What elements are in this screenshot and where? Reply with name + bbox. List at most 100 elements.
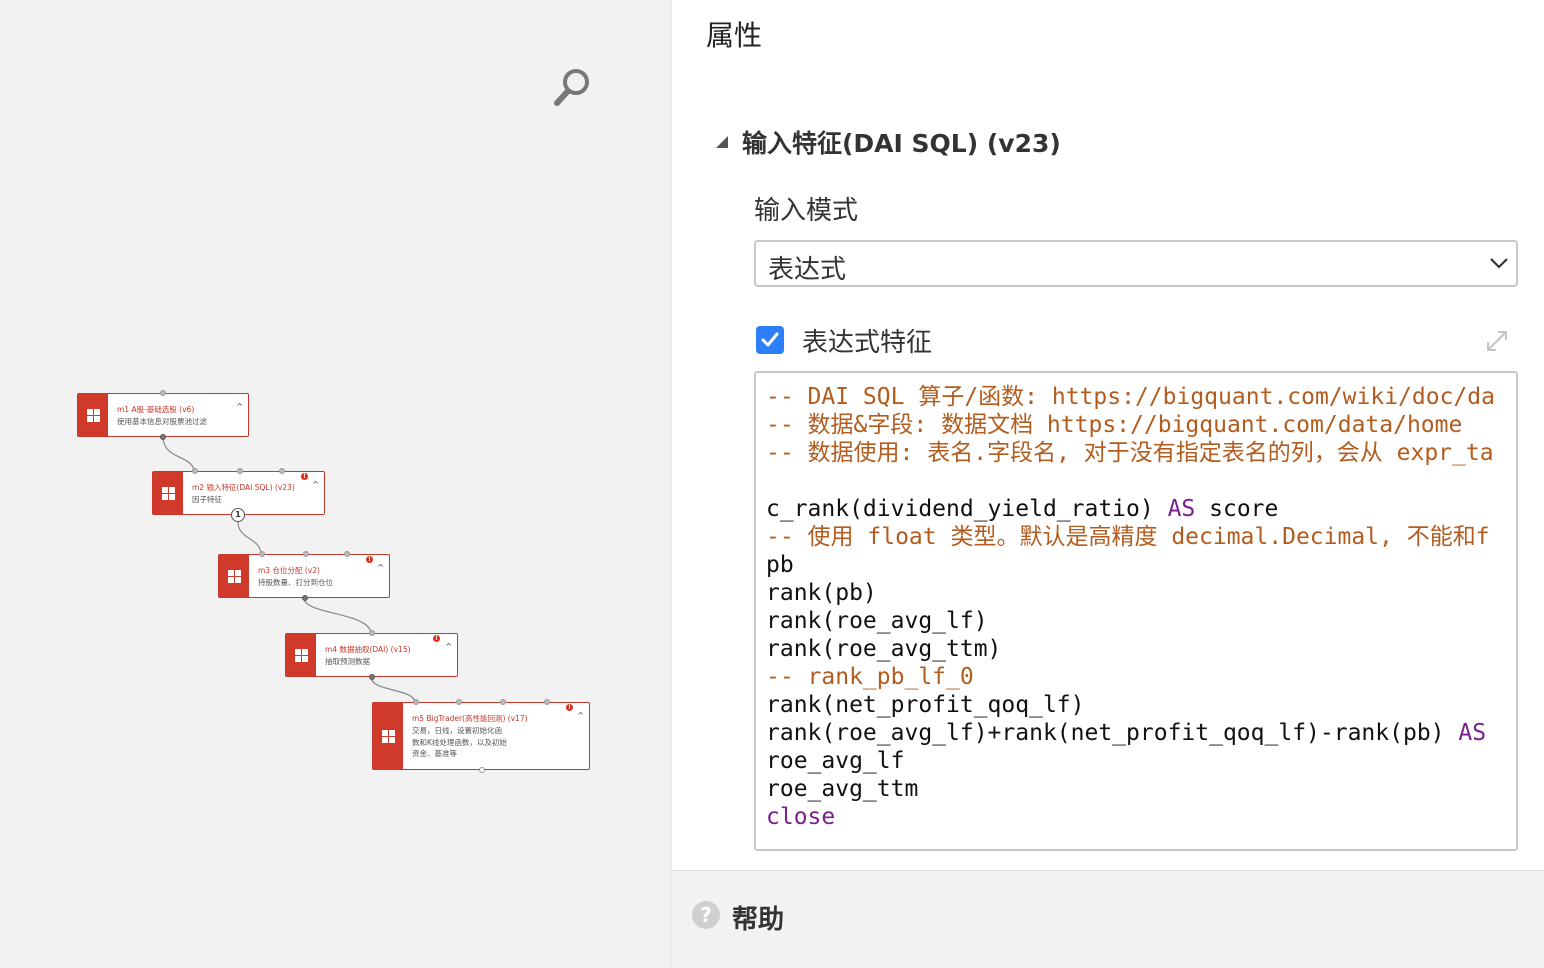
- properties-panel: 属性 输入特征(DAI SQL) (v23) 输入模式 表达式 表达式特征 --…: [672, 0, 1544, 870]
- warning-icon[interactable]: !: [366, 556, 373, 563]
- code-text: rank(roe_avg_lf): [766, 608, 988, 634]
- code-text: rank(net_profit_qoq_lf): [766, 692, 1085, 718]
- node-m1[interactable]: m1 A股-基础选股 (v6) 使用基本信息对股票池过滤 ^: [77, 390, 249, 440]
- node-desc: 使用基本信息对股票池过滤: [117, 417, 207, 426]
- code-line: roe_avg_lf: [766, 747, 1495, 775]
- code-text: roe_avg_lf: [766, 748, 905, 774]
- input-port[interactable]: [369, 630, 375, 636]
- input-port[interactable]: [303, 551, 309, 557]
- code-comment: -- rank_pb_lf_0: [766, 664, 974, 690]
- code-line: -- 数据&字段: 数据文档 https://bigquant.com/data…: [766, 411, 1495, 439]
- input-port[interactable]: [259, 551, 265, 557]
- code-line: roe_avg_ttm: [766, 775, 1495, 803]
- collapse-icon[interactable]: ^: [312, 480, 319, 489]
- code-content[interactable]: -- DAI SQL 算子/函数: https://bigquant.com/w…: [766, 383, 1495, 831]
- expand-icon[interactable]: [1484, 328, 1510, 354]
- node-title: m5 BigTrader(高性能回测) (v17): [412, 714, 528, 723]
- edge-m3-m4: [303, 597, 372, 635]
- input-mode-select[interactable]: 表达式: [754, 240, 1518, 287]
- input-mode-value: 表达式: [768, 255, 847, 285]
- collapse-icon[interactable]: ^: [236, 402, 243, 411]
- edge-m4-m5: [370, 676, 416, 704]
- collapse-triangle-icon[interactable]: [714, 134, 730, 150]
- node-title: m4 数据抽取(DAI) (v15): [325, 645, 411, 654]
- code-line: -- rank_pb_lf_0: [766, 663, 1495, 691]
- code-text: pb: [766, 552, 794, 578]
- node-title: m1 A股-基础选股 (v6): [117, 405, 195, 414]
- input-port[interactable]: [344, 551, 350, 557]
- output-port[interactable]: [302, 595, 308, 601]
- node-m5[interactable]: m5 BigTrader(高性能回测) (v17) 交易，日线，设置初始化函数和…: [372, 699, 590, 773]
- code-text: rank(roe_avg_ttm): [766, 636, 1002, 662]
- input-port[interactable]: [279, 468, 285, 474]
- section-title: 输入特征(DAI SQL) (v23): [742, 129, 1061, 158]
- code-line: c_rank(dividend_yield_ratio) AS score: [766, 495, 1495, 523]
- collapse-icon[interactable]: ^: [377, 563, 384, 572]
- input-mode-label: 输入模式: [754, 196, 859, 226]
- module-icon: [78, 394, 108, 436]
- code-line: ​: [766, 467, 1495, 495]
- code-line: rank(roe_avg_lf): [766, 607, 1495, 635]
- module-icon: [153, 472, 183, 514]
- collapse-icon[interactable]: ^: [445, 642, 452, 651]
- code-text: c_rank(dividend_yield_ratio): [766, 496, 1168, 522]
- code-comment: -- 使用 float 类型。默认是高精度 decimal.Decimal, 不…: [766, 524, 1490, 550]
- code-comment: -- 数据&字段: 数据文档 https://bigquant.com/data…: [766, 412, 1463, 438]
- input-port[interactable]: [456, 699, 462, 705]
- help-bar[interactable]: ? 帮助: [672, 870, 1544, 968]
- code-line: rank(net_profit_qoq_lf): [766, 691, 1495, 719]
- code-comment: -- DAI SQL 算子/函数: https://bigquant.com/w…: [766, 384, 1495, 410]
- node-desc: 因子特征: [192, 495, 222, 504]
- code-line: -- 数据使用: 表名.字段名, 对于没有指定表名的列，会从 expr_ta: [766, 439, 1495, 467]
- panel-title: 属性: [706, 19, 763, 52]
- output-port[interactable]: [160, 434, 166, 440]
- code-text: roe_avg_ttm: [766, 776, 919, 802]
- code-line: rank(pb): [766, 579, 1495, 607]
- code-keyword: AS: [1458, 720, 1487, 746]
- warning-icon[interactable]: !: [301, 473, 308, 480]
- input-port[interactable]: [237, 468, 243, 474]
- expression-label: 表达式特征: [802, 328, 933, 358]
- expression-checkbox[interactable]: [756, 326, 784, 354]
- node-m4[interactable]: m4 数据抽取(DAI) (v15) 抽取预测数据 ^ !: [285, 630, 458, 680]
- warning-icon[interactable]: !: [566, 704, 573, 711]
- module-icon: [373, 703, 403, 769]
- search-icon[interactable]: [550, 66, 594, 110]
- code-text: rank(roe_avg_lf)+rank(net_profit_qoq_lf)…: [766, 720, 1459, 746]
- output-port-badge[interactable]: 1: [231, 508, 245, 522]
- output-port[interactable]: [479, 767, 485, 773]
- chevron-down-icon: [1490, 258, 1508, 269]
- workflow-canvas[interactable]: m1 A股-基础选股 (v6) 使用基本信息对股票池过滤 ^ m2 输入特征(D…: [0, 0, 671, 968]
- code-line: -- DAI SQL 算子/函数: https://bigquant.com/w…: [766, 383, 1495, 411]
- code-line: rank(roe_avg_ttm): [766, 635, 1495, 663]
- edge-layer: [162, 436, 416, 704]
- help-label[interactable]: 帮助: [732, 899, 784, 936]
- input-port[interactable]: [544, 699, 550, 705]
- code-line: -- 使用 float 类型。默认是高精度 decimal.Decimal, 不…: [766, 523, 1495, 551]
- node-desc: 交易，日线，设置初始化函数和K线处理函数，以及初始资金、基准等: [412, 726, 507, 758]
- help-icon[interactable]: ?: [692, 901, 720, 929]
- code-keyword: AS: [1167, 496, 1196, 522]
- code-editor[interactable]: -- DAI SQL 算子/函数: https://bigquant.com/w…: [754, 371, 1518, 851]
- input-port[interactable]: [500, 699, 506, 705]
- code-comment: -- 数据使用: 表名.字段名, 对于没有指定表名的列，会从 expr_ta: [766, 440, 1494, 466]
- module-icon: [219, 555, 249, 597]
- code-line: rank(roe_avg_lf)+rank(net_profit_qoq_lf)…: [766, 719, 1495, 747]
- node-desc: 持股数量、打分到仓位: [258, 578, 333, 587]
- node-desc: 抽取预测数据: [325, 657, 370, 666]
- code-line: close: [766, 803, 1495, 831]
- input-port[interactable]: [160, 390, 166, 396]
- code-text: score: [1195, 496, 1279, 522]
- node-m3[interactable]: m3 仓位分配 (v2) 持股数量、打分到仓位 ^ !: [218, 551, 390, 601]
- output-port[interactable]: [369, 674, 375, 680]
- node-m2[interactable]: m2 输入特征(DAI SQL) (v23) 因子特征 ^ ! 1: [152, 468, 325, 522]
- code-text: rank(pb): [766, 580, 877, 606]
- code-line: pb: [766, 551, 1495, 579]
- input-port[interactable]: [413, 699, 419, 705]
- warning-icon[interactable]: !: [433, 635, 440, 642]
- collapse-icon[interactable]: ^: [577, 711, 584, 720]
- edge-m1-m2: [162, 436, 195, 473]
- input-port[interactable]: [192, 468, 198, 474]
- node-title: m3 仓位分配 (v2): [258, 566, 320, 575]
- section-header[interactable]: 输入特征(DAI SQL) (v23): [714, 124, 1061, 160]
